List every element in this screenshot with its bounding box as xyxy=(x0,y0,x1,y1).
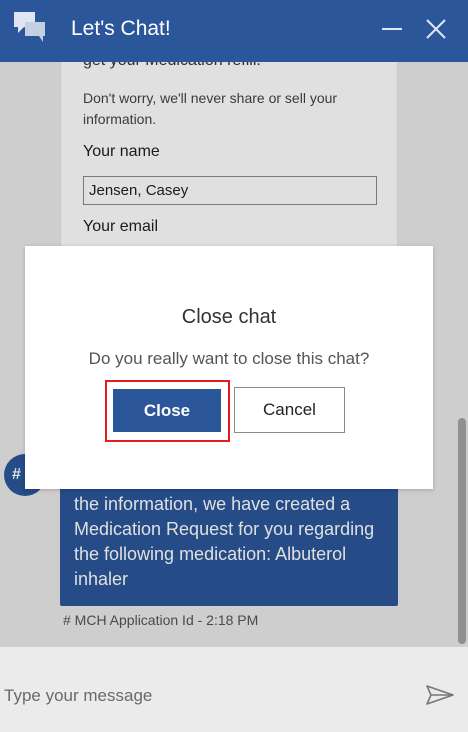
minimize-button[interactable] xyxy=(380,18,404,40)
close-icon[interactable] xyxy=(424,16,448,42)
send-icon[interactable] xyxy=(425,684,455,706)
dialog-title: Close chat xyxy=(181,306,277,328)
minimize-icon xyxy=(382,28,402,30)
message-input[interactable] xyxy=(4,683,404,709)
chat-bubbles-icon xyxy=(14,12,45,42)
chat-title: Let's Chat! xyxy=(71,17,171,40)
cancel-button[interactable]: Cancel xyxy=(234,387,345,433)
dialog-message: Do you really want to close this chat? xyxy=(88,349,370,368)
chat-header: Let's Chat! xyxy=(0,0,468,62)
composer-bar xyxy=(0,646,468,732)
close-chat-dialog: Close chat Do you really want to close t… xyxy=(25,246,433,489)
confirm-close-button[interactable]: Close xyxy=(113,389,221,432)
